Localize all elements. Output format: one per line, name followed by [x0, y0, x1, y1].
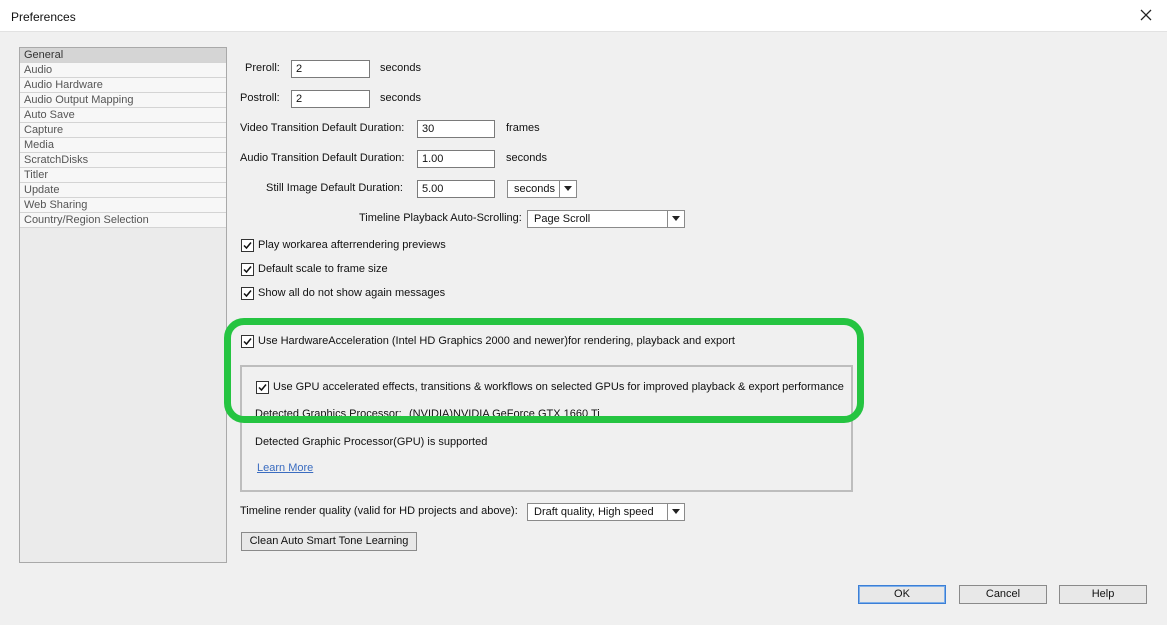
sidebar-item-audio[interactable]: Audio	[20, 63, 226, 78]
autoscroll-value: Page Scroll	[534, 213, 591, 225]
still-image-unit-dropdown[interactable]: seconds	[507, 180, 577, 198]
gpu-status-text: Detected Graphic Processor(GPU) is suppo…	[255, 436, 488, 448]
learn-more-link[interactable]: Learn More	[257, 462, 313, 474]
postroll-label: Postroll:	[240, 92, 280, 104]
postroll-unit: seconds	[380, 92, 421, 104]
audio-transition-input[interactable]: 1.00	[417, 150, 495, 168]
check-icon	[243, 266, 252, 274]
still-image-unit-value: seconds	[514, 183, 555, 195]
sidebar-item-update[interactable]: Update	[20, 183, 226, 198]
postroll-input[interactable]: 2	[291, 90, 370, 108]
render-quality-label: Timeline render quality (valid for HD pr…	[240, 505, 518, 517]
check-icon	[258, 384, 267, 392]
sidebar-item-media[interactable]: Media	[20, 138, 226, 153]
title-bar: Preferences	[0, 0, 1167, 32]
preroll-input[interactable]: 2	[291, 60, 370, 78]
sidebar-item-country-region[interactable]: Country/Region Selection	[20, 213, 226, 228]
chevron-down-icon	[559, 181, 576, 197]
render-quality-dropdown[interactable]: Draft quality, High speed	[527, 503, 685, 521]
play-workarea-label: Play workarea afterrendering previews	[258, 239, 446, 251]
chevron-down-icon	[667, 504, 684, 520]
check-icon	[243, 338, 252, 346]
still-image-input[interactable]: 5.00	[417, 180, 495, 198]
close-icon[interactable]	[1137, 6, 1155, 24]
preroll-label: Preroll:	[245, 62, 280, 74]
ok-button[interactable]: OK	[858, 585, 946, 604]
video-transition-input[interactable]: 30	[417, 120, 495, 138]
clean-smart-tone-button[interactable]: Clean Auto Smart Tone Learning	[241, 532, 417, 551]
autoscroll-label: Timeline Playback Auto-Scrolling:	[359, 212, 522, 224]
category-list: General Audio Audio Hardware Audio Outpu…	[19, 47, 227, 563]
still-image-label: Still Image Default Duration:	[266, 182, 403, 194]
cancel-button[interactable]: Cancel	[959, 585, 1047, 604]
detected-processor-value: (NVIDIA)NVIDIA GeForce GTX 1660 Ti	[409, 408, 600, 420]
preroll-unit: seconds	[380, 62, 421, 74]
sidebar-item-general[interactable]: General	[20, 48, 226, 63]
autoscroll-dropdown[interactable]: Page Scroll	[527, 210, 685, 228]
show-all-label: Show all do not show again messages	[258, 287, 446, 299]
gpu-effects-label: Use GPU accelerated effects, transitions…	[273, 381, 844, 393]
default-scale-label: Default scale to frame size	[258, 263, 388, 275]
play-workarea-checkbox[interactable]	[241, 239, 254, 252]
default-scale-checkbox[interactable]	[241, 263, 254, 276]
gpu-effects-checkbox[interactable]	[256, 381, 269, 394]
audio-transition-unit: seconds	[506, 152, 547, 164]
audio-transition-label: Audio Transition Default Duration:	[240, 152, 405, 164]
hw-accel-label: Use HardwareAcceleration (Intel HD Graph…	[258, 335, 735, 347]
detected-processor-label: Detected Graphics Processor:	[255, 408, 402, 420]
video-transition-label: Video Transition Default Duration:	[240, 122, 405, 134]
sidebar-item-titler[interactable]: Titler	[20, 168, 226, 183]
sidebar-item-web-sharing[interactable]: Web Sharing	[20, 198, 226, 213]
show-all-checkbox[interactable]	[241, 287, 254, 300]
sidebar-item-audio-hardware[interactable]: Audio Hardware	[20, 78, 226, 93]
video-transition-unit: frames	[506, 122, 540, 134]
sidebar-item-audio-output-mapping[interactable]: Audio Output Mapping	[20, 93, 226, 108]
sidebar-item-auto-save[interactable]: Auto Save	[20, 108, 226, 123]
window-title: Preferences	[11, 10, 76, 24]
check-icon	[243, 242, 252, 250]
sidebar-item-capture[interactable]: Capture	[20, 123, 226, 138]
chevron-down-icon	[667, 211, 684, 227]
help-button[interactable]: Help	[1059, 585, 1147, 604]
render-quality-value: Draft quality, High speed	[534, 506, 654, 518]
hw-accel-checkbox[interactable]	[241, 335, 254, 348]
sidebar-item-scratchdisks[interactable]: ScratchDisks	[20, 153, 226, 168]
check-icon	[243, 290, 252, 298]
